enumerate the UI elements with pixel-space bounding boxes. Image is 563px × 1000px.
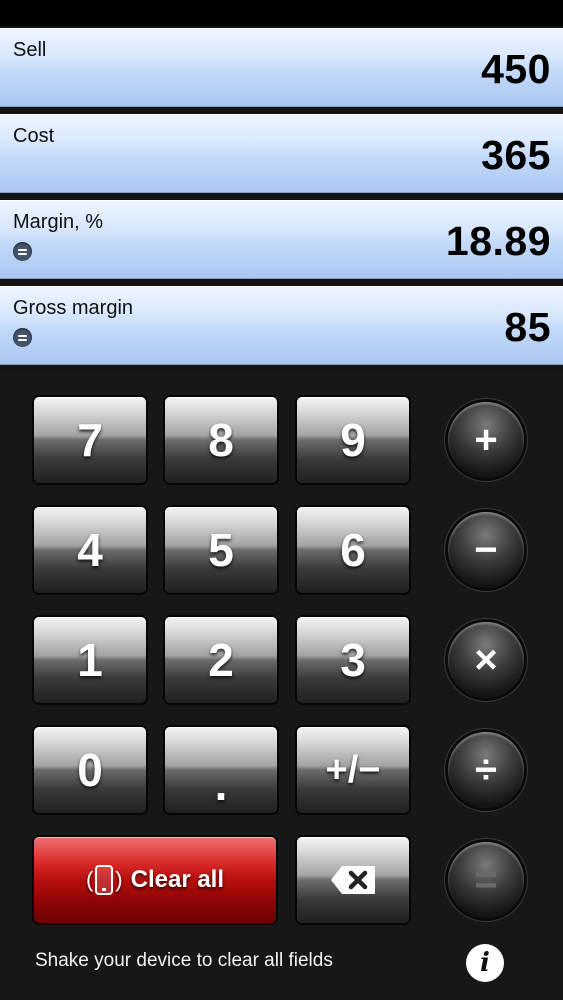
backspace-button[interactable] [297,837,409,923]
key-2[interactable]: 2 [165,617,277,703]
minus-button[interactable]: − [448,512,524,588]
info-icon[interactable]: i [466,944,504,982]
cost-value: 365 [481,132,551,178]
key-plus-minus[interactable]: +/− [297,727,409,813]
key-7[interactable]: 7 [34,397,146,483]
key-3[interactable]: 3 [297,617,409,703]
decimal-point-label: . [214,758,228,810]
margin-percent-value: 18.89 [445,218,551,264]
key-0[interactable]: 0 [34,727,146,813]
equals-icon [13,242,32,261]
clear-all-label: Clear all [130,866,225,893]
key-4[interactable]: 4 [34,507,146,593]
status-bar [0,0,563,26]
sell-value: 450 [481,46,551,92]
key-decimal-point[interactable]: . [165,727,277,813]
margin-percent-field[interactable]: Margin, % 18.89 [0,200,563,279]
multiply-button[interactable]: × [448,622,524,698]
cost-label: Cost [13,125,55,147]
margin-percent-label: Margin, % [13,211,104,233]
equals-icon [13,328,32,347]
shake-hint-text: Shake your device to clear all fields [35,950,333,971]
gross-margin-value: 85 [504,304,551,350]
gross-margin-field[interactable]: Gross margin 85 [0,286,563,365]
key-6[interactable]: 6 [297,507,409,593]
plus-button[interactable]: + [448,402,524,478]
fields-panel: Sell 450 Cost 365 Margin, % 18.89 Gross … [0,26,563,369]
backspace-icon [330,865,376,895]
equals-button[interactable]: = [448,842,524,918]
cost-field[interactable]: Cost 365 [0,114,563,193]
key-8[interactable]: 8 [165,397,277,483]
phone-shake-icon: () [86,865,123,895]
sell-field[interactable]: Sell 450 [0,28,563,107]
sell-label: Sell [13,39,47,61]
divide-button[interactable]: ÷ [448,732,524,808]
clear-all-button[interactable]: () Clear all [34,837,276,923]
gross-margin-label: Gross margin [13,297,134,319]
keypad: 7 8 9 4 5 6 1 2 3 0 . +/− () Clear all +… [0,369,563,1000]
key-5[interactable]: 5 [165,507,277,593]
key-1[interactable]: 1 [34,617,146,703]
key-9[interactable]: 9 [297,397,409,483]
